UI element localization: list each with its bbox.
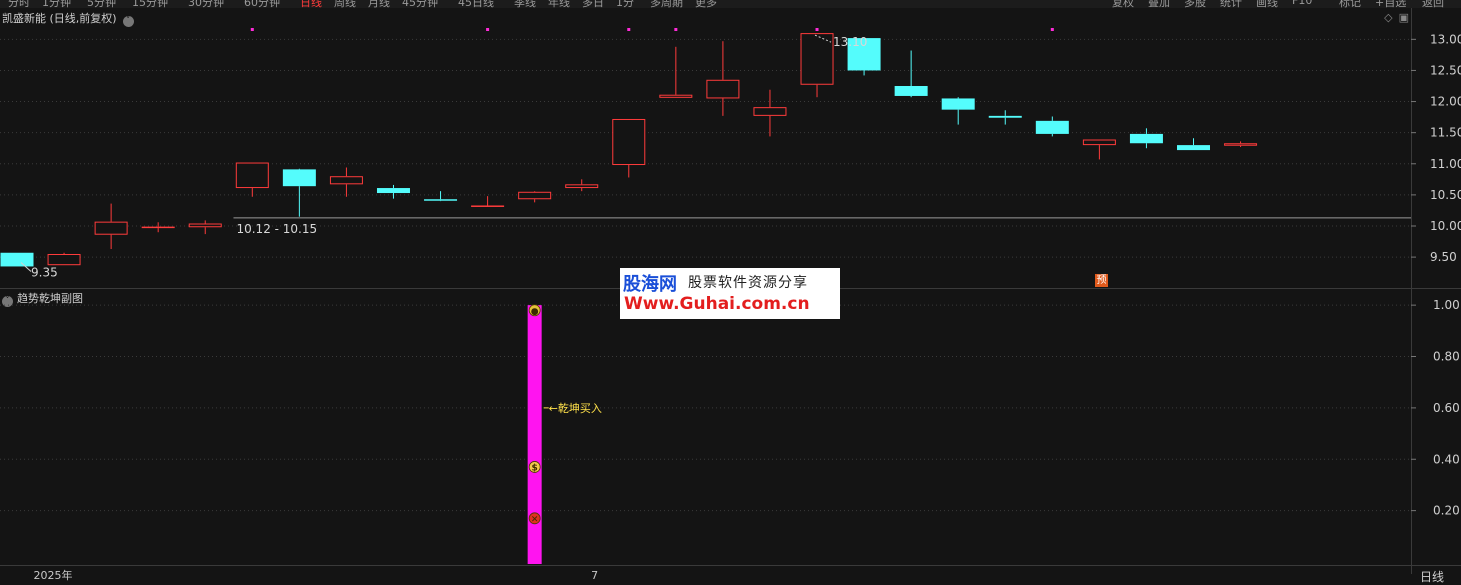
marker-dot (674, 28, 678, 31)
marker-dot (815, 28, 819, 31)
sub-tick-label: 1.00 (1433, 298, 1460, 312)
candle-body[interactable] (1082, 139, 1116, 146)
signal-bar[interactable] (527, 305, 542, 564)
signal-label: ←乾坤买入 (549, 401, 602, 415)
money-bag-icon-glyph: $ (532, 463, 538, 473)
candle-body[interactable] (753, 107, 787, 116)
marker-dot (486, 28, 490, 31)
candle-body[interactable] (612, 118, 646, 166)
candle-body[interactable] (988, 115, 1022, 118)
candle-body[interactable] (1035, 120, 1069, 134)
watermark-url: Www.Guhai.com.cn (624, 294, 810, 314)
low-label: 9.35 (31, 265, 58, 279)
marker-dot (250, 28, 254, 31)
candle-body[interactable] (376, 188, 410, 194)
coins-icon-glyph: ● (531, 307, 539, 317)
candle-body[interactable] (941, 98, 975, 110)
candle-body[interactable] (94, 221, 128, 235)
candle-body[interactable] (565, 184, 599, 189)
support-label: 10.12 - 10.15 (236, 222, 317, 236)
date-label: 7 (591, 569, 598, 582)
candle-body[interactable] (800, 33, 834, 85)
candle-body[interactable] (329, 176, 363, 185)
candle-body[interactable] (1129, 133, 1163, 144)
sub-tick-label: 0.20 (1433, 504, 1460, 518)
candle-body[interactable] (188, 223, 222, 228)
candle-body[interactable] (518, 191, 552, 200)
price-tick-label: 10.00 (1430, 219, 1461, 233)
candle-body[interactable] (235, 162, 269, 189)
price-tick-label: 11.00 (1430, 157, 1461, 171)
watermark-slogan: 股票软件资源分享 (688, 275, 808, 291)
candle-body[interactable] (0, 252, 34, 267)
candle-body[interactable] (706, 79, 740, 99)
price-tick-label: 12.00 (1430, 95, 1461, 109)
guhai-watermark: 股海网 股票软件资源分享 Www.Guhai.com.cn (620, 268, 840, 319)
candle-body[interactable] (424, 199, 458, 201)
candle-body[interactable] (1177, 145, 1210, 151)
candle-body[interactable] (894, 86, 928, 96)
watermark-brand: 股海网 (623, 274, 677, 295)
date-label: 2025年 (33, 568, 72, 582)
sub-tick-label: 0.40 (1433, 452, 1460, 466)
butterfly-icon-glyph: ✕ (531, 515, 539, 525)
candle-body[interactable] (471, 205, 505, 207)
candle-body[interactable] (282, 169, 316, 187)
price-tick-label: 13.00 (1430, 32, 1461, 46)
price-tick-label: 9.50 (1430, 250, 1457, 264)
high-label: 13.10 (833, 35, 867, 49)
marker-dot (627, 28, 631, 31)
price-tick-label: 12.50 (1430, 63, 1461, 77)
sub-tick-label: 0.60 (1433, 401, 1460, 415)
candle-body[interactable] (47, 254, 81, 266)
candle-body[interactable] (1224, 143, 1258, 146)
sub-tick-label: 0.80 (1433, 350, 1460, 364)
marker-dot (1050, 28, 1054, 31)
price-tick-label: 11.50 (1430, 126, 1461, 140)
pre-badge[interactable]: 预 (1095, 274, 1108, 287)
period-label[interactable]: 日线 (1420, 568, 1444, 585)
candle-body[interactable] (141, 226, 175, 229)
price-tick-label: 10.50 (1430, 188, 1461, 202)
candle-body[interactable] (659, 94, 693, 98)
